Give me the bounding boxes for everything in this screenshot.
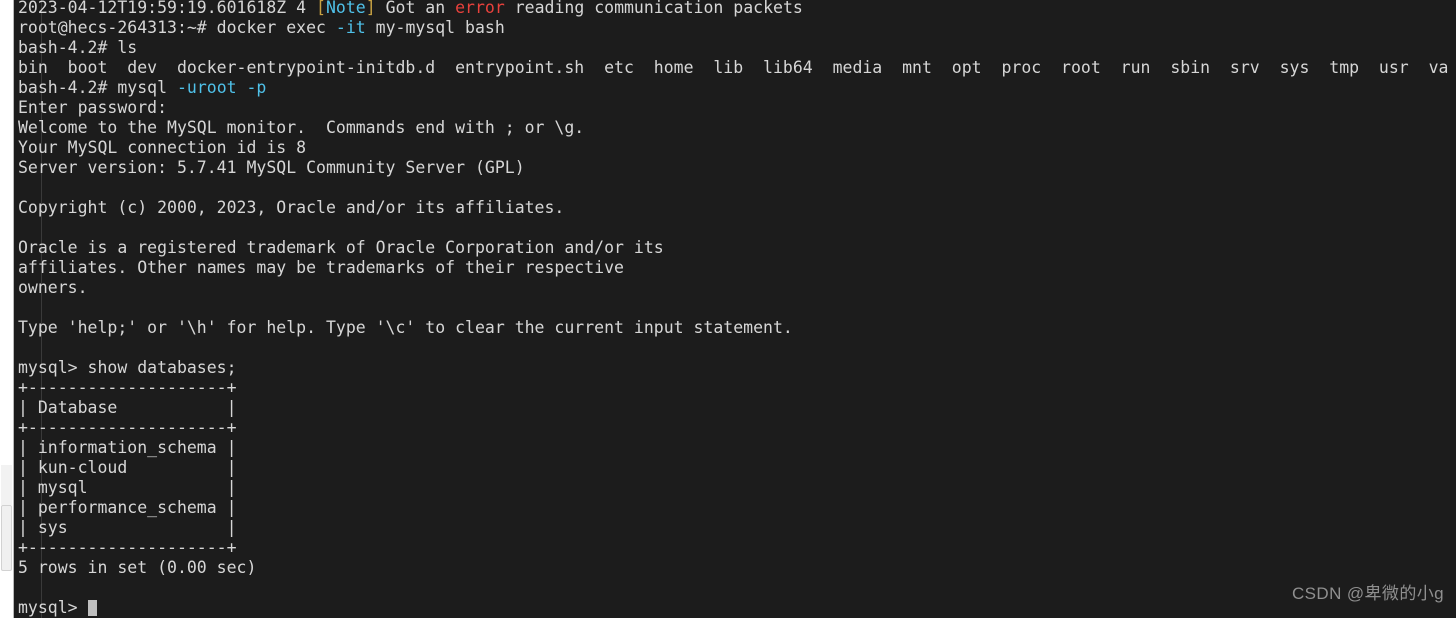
terminal-line-blank-4 bbox=[14, 338, 1456, 358]
text-cursor bbox=[87, 600, 97, 616]
log-keyword-error: error bbox=[455, 0, 505, 17]
result-row-count-status: 5 rows in set (0.00 sec) bbox=[18, 558, 257, 577]
vertical-scrollbar-thumb[interactable] bbox=[1, 505, 12, 571]
terminal-line-ls-command: bash-4.2# ls bbox=[18, 38, 138, 57]
terminal-line-welcome: Welcome to the MySQL monitor. Commands e… bbox=[18, 118, 585, 137]
result-table-row: | mysql | bbox=[18, 478, 237, 497]
vertical-scrollbar-thumb-upper[interactable] bbox=[1, 465, 12, 505]
log-message-part2: reading communication packets bbox=[504, 0, 803, 17]
terminal-line-copyright: Copyright (c) 2000, 2023, Oracle and/or … bbox=[18, 198, 565, 217]
vertical-scrollbar-track[interactable] bbox=[0, 0, 13, 618]
terminal-line-show-databases: mysql> show databases; bbox=[18, 358, 237, 377]
terminal-line-server-version: Server version: 5.7.41 MySQL Community S… bbox=[18, 158, 525, 177]
terminal-line-blank-1 bbox=[14, 178, 1456, 198]
terminal-output-pane[interactable]: 2023-04-12T19:59:19.601618Z 4 [Note] Got… bbox=[14, 0, 1456, 618]
result-table-top-border: +--------------------+ bbox=[18, 378, 237, 397]
result-table-row: | information_schema | bbox=[18, 438, 237, 457]
terminal-line-help-hint: Type 'help;' or '\h' for help. Type '\c'… bbox=[18, 318, 793, 337]
terminal-line-trademark-3: owners. bbox=[18, 278, 88, 297]
result-table-bottom-border: +--------------------+ bbox=[18, 538, 237, 557]
terminal-line-connection-id: Your MySQL connection id is 8 bbox=[18, 138, 307, 157]
host-prompt-and-command: root@hecs-264313:~# docker exec bbox=[18, 18, 336, 37]
result-table-row: | performance_schema | bbox=[18, 498, 237, 517]
result-table-header-row: | Database | bbox=[18, 398, 237, 417]
log-bracket-open: [ bbox=[316, 0, 326, 17]
terminal-line-docker-exec: root@hecs-264313:~# docker exec -it my-m… bbox=[14, 18, 1456, 38]
result-table-header-separator: +--------------------+ bbox=[18, 418, 237, 437]
terminal-line-trademark-2: affiliates. Other names may be trademark… bbox=[18, 258, 624, 277]
window-bottom-strip bbox=[0, 618, 1456, 626]
terminal-line-mysql-command: bash-4.2# mysql -uroot -p bbox=[14, 78, 1456, 98]
log-bracket-close: ] bbox=[365, 0, 376, 17]
terminal-line-ls-output: bin boot dev docker-entrypoint-initdb.d … bbox=[18, 58, 1449, 77]
log-timestamp: 2023-04-12T19:59:19.601618Z 4 bbox=[18, 0, 317, 17]
flag-uroot-p: -uroot -p bbox=[176, 78, 267, 97]
screenshot-root: 2023-04-12T19:59:19.601618Z 4 [Note] Got… bbox=[0, 0, 1456, 626]
result-table-row: | sys | bbox=[18, 518, 237, 537]
result-table-row: | kun-cloud | bbox=[18, 458, 237, 477]
log-level-note: Note bbox=[325, 0, 366, 17]
terminal-line-trademark-1: Oracle is a registered trademark of Orac… bbox=[18, 238, 664, 257]
terminal-line-mysql-note: 2023-04-12T19:59:19.601618Z 4 [Note] Got… bbox=[14, 0, 1456, 18]
window-left-gutter bbox=[0, 0, 14, 618]
terminal-line-blank-3 bbox=[14, 298, 1456, 318]
terminal-line-blank-2 bbox=[14, 218, 1456, 238]
flag-it: -it bbox=[335, 18, 366, 37]
terminal-line-blank-5 bbox=[14, 578, 1456, 598]
terminal-line-list: 2023-04-12T19:59:19.601618Z 4 [Note] Got… bbox=[14, 0, 1456, 618]
container-prompt-and-command: bash-4.2# mysql bbox=[18, 78, 177, 97]
terminal-active-prompt-line[interactable]: mysql> bbox=[14, 598, 1456, 618]
csdn-watermark: CSDN @卑微的小g bbox=[1291, 584, 1444, 603]
terminal-line-enter-password: Enter password: bbox=[18, 98, 168, 117]
log-message-part1: Got an bbox=[375, 0, 456, 17]
mysql-prompt-label: mysql> bbox=[18, 598, 88, 617]
docker-exec-args: my-mysql bash bbox=[365, 18, 505, 37]
